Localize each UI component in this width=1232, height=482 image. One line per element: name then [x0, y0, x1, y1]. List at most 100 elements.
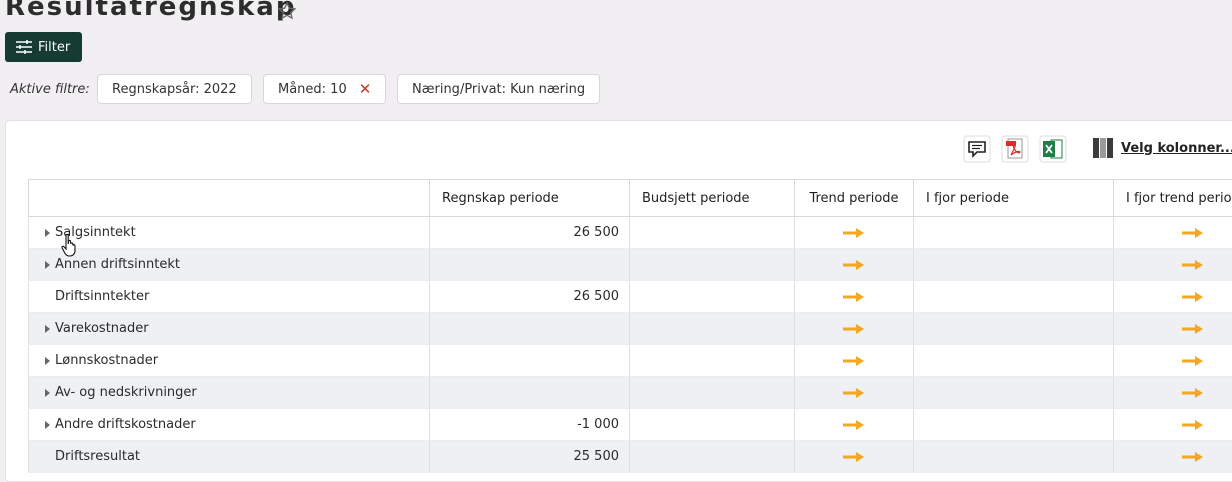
expand-caret-icon[interactable] [45, 325, 50, 333]
chip-label: Næring/Privat: Kun næring [412, 82, 585, 97]
trend-arrow-icon[interactable] [1181, 323, 1205, 335]
i-fjor-trend-periode-cell [1114, 345, 1232, 377]
row-label-cell: Varekostnader [29, 313, 430, 345]
trend-arrow-icon[interactable] [1181, 451, 1205, 463]
trend-arrow-icon[interactable] [1181, 291, 1205, 303]
regnskap-periode-cell: -1 000 [430, 409, 630, 441]
regnskap-periode-cell [430, 249, 630, 281]
trend-arrow-icon[interactable] [842, 419, 866, 431]
row-label: Driftsinntekter [55, 289, 149, 304]
column-header-label [29, 180, 430, 217]
row-label: Varekostnader [55, 321, 149, 336]
budsjett-periode-cell [630, 377, 795, 409]
table-row[interactable]: Driftsinntekter 26 500 [29, 281, 1232, 313]
trend-periode-cell [795, 377, 914, 409]
trend-periode-cell [795, 441, 914, 473]
column-header-i-fjor-trend-periode[interactable]: I fjor trend periode [1114, 180, 1232, 217]
regnskap-periode-cell [430, 313, 630, 345]
row-label-cell: Av- og nedskrivninger [29, 377, 430, 409]
regnskap-periode-cell: 26 500 [430, 281, 630, 313]
i-fjor-trend-periode-cell [1114, 281, 1232, 313]
row-label: Av- og nedskrivninger [55, 385, 197, 400]
expand-caret-icon[interactable] [45, 357, 50, 365]
trend-periode-cell [795, 345, 914, 377]
comment-icon[interactable] [963, 135, 991, 163]
filter-button[interactable]: Filter [5, 32, 82, 62]
star-icon[interactable] [276, 1, 298, 21]
trend-arrow-icon[interactable] [1181, 419, 1205, 431]
hand-cursor-icon [61, 233, 79, 257]
row-label-cell: Lønnskostnader [29, 345, 430, 377]
table-row[interactable]: Driftsresultat25 500 [29, 441, 1232, 473]
filter-button-label: Filter [38, 40, 70, 55]
row-label: Driftsresultat [55, 449, 140, 464]
row-label: Lønnskostnader [55, 353, 158, 368]
i-fjor-periode-cell [914, 313, 1114, 345]
trend-arrow-icon[interactable] [1181, 387, 1205, 399]
regnskap-periode-cell [430, 377, 630, 409]
i-fjor-periode-cell [914, 281, 1114, 313]
choose-columns-button[interactable]: Velg kolonner... [1093, 138, 1232, 158]
budsjett-periode-cell [630, 217, 795, 249]
table-header-row: Regnskap periode Budsjett periode Trend … [29, 180, 1232, 217]
trend-arrow-icon[interactable] [842, 323, 866, 335]
table-row[interactable]: Av- og nedskrivninger [29, 377, 1232, 409]
i-fjor-trend-periode-cell [1114, 249, 1232, 281]
column-header-i-fjor-periode[interactable]: I fjor periode [914, 180, 1114, 217]
budsjett-periode-cell [630, 249, 795, 281]
pdf-icon[interactable] [1001, 135, 1029, 163]
trend-arrow-icon[interactable] [842, 227, 866, 239]
close-icon[interactable]: ✕ [359, 80, 372, 98]
trend-periode-cell [795, 409, 914, 441]
table-row[interactable]: Lønnskostnader [29, 345, 1232, 377]
trend-periode-cell [795, 249, 914, 281]
column-header-regnskap-periode[interactable]: Regnskap periode [430, 180, 630, 217]
trend-arrow-icon[interactable] [842, 291, 866, 303]
i-fjor-trend-periode-cell [1114, 441, 1232, 473]
excel-icon[interactable] [1039, 135, 1067, 163]
trend-arrow-icon[interactable] [1181, 259, 1205, 271]
regnskap-periode-cell [430, 345, 630, 377]
trend-periode-cell [795, 313, 914, 345]
i-fjor-periode-cell [914, 409, 1114, 441]
i-fjor-periode-cell [914, 441, 1114, 473]
table-row[interactable]: Andre driftskostnader -1 000 [29, 409, 1232, 441]
budsjett-periode-cell [630, 441, 795, 473]
table-row[interactable]: Annen driftsinntekt [29, 249, 1232, 281]
expand-caret-icon[interactable] [45, 421, 50, 429]
i-fjor-periode-cell [914, 345, 1114, 377]
i-fjor-trend-periode-cell [1114, 313, 1232, 345]
row-label-cell: Andre driftskostnader [29, 409, 430, 441]
columns-icon [1093, 138, 1113, 158]
page-title: Resultatregnskap [5, 0, 296, 22]
chip-label: Måned: 10 [278, 82, 347, 97]
row-label-cell: Driftsresultat [29, 441, 430, 473]
table-row[interactable]: Varekostnader [29, 313, 1232, 345]
column-header-trend-periode[interactable]: Trend periode [795, 180, 914, 217]
chip-regnskapsar[interactable]: Regnskapsår: 2022 [97, 74, 252, 104]
choose-columns-label: Velg kolonner... [1121, 141, 1232, 156]
row-label-cell: Salgsinntekt [29, 217, 430, 249]
regnskap-periode-cell: 26 500 [430, 217, 630, 249]
trend-periode-cell [795, 281, 914, 313]
budsjett-periode-cell [630, 313, 795, 345]
report-table: Regnskap periode Budsjett periode Trend … [28, 179, 1232, 473]
active-filters-label: Aktive filtre: [10, 82, 90, 97]
trend-arrow-icon[interactable] [1181, 355, 1205, 367]
expand-caret-icon[interactable] [45, 261, 50, 269]
column-header-budsjett-periode[interactable]: Budsjett periode [630, 180, 795, 217]
table-row[interactable]: Salgsinntekt26 500 [29, 217, 1232, 249]
chip-label: Regnskapsår: 2022 [112, 82, 237, 97]
chip-maned[interactable]: Måned: 10 ✕ [263, 74, 386, 104]
trend-arrow-icon[interactable] [842, 451, 866, 463]
row-label: Andre driftskostnader [55, 417, 196, 432]
trend-arrow-icon[interactable] [842, 387, 866, 399]
chip-naering-privat[interactable]: Næring/Privat: Kun næring [397, 74, 600, 104]
filter-sliders-icon [16, 40, 32, 54]
i-fjor-periode-cell [914, 249, 1114, 281]
trend-arrow-icon[interactable] [842, 259, 866, 271]
expand-caret-icon[interactable] [45, 229, 50, 237]
trend-arrow-icon[interactable] [1181, 227, 1205, 239]
expand-caret-icon[interactable] [45, 389, 50, 397]
trend-arrow-icon[interactable] [842, 355, 866, 367]
